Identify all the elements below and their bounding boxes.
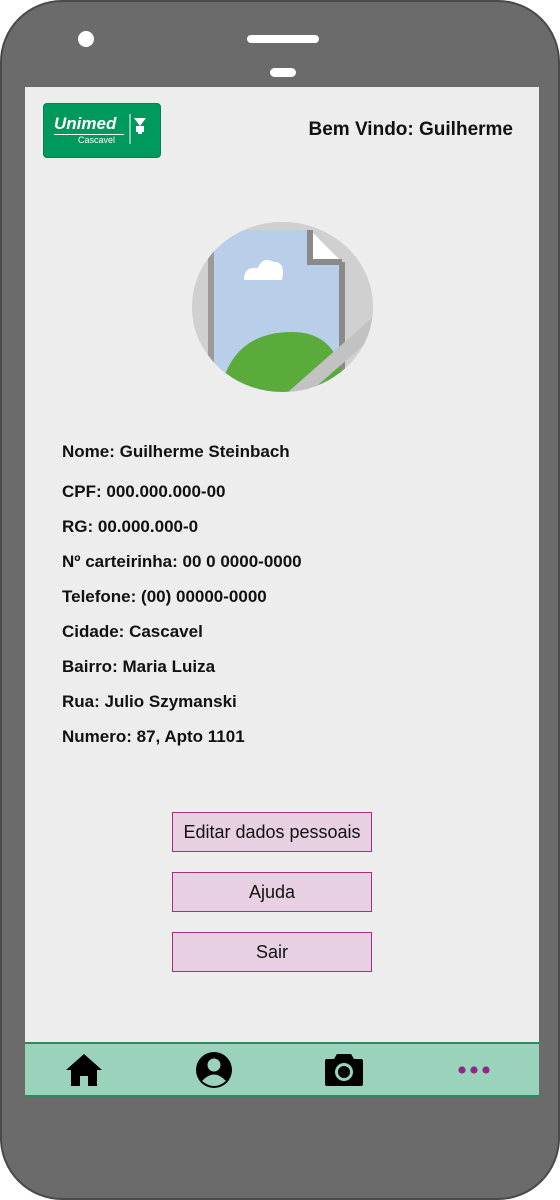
info-value: Cascavel: [129, 622, 203, 641]
more-dots-icon: [458, 1066, 490, 1074]
nav-more-button[interactable]: [452, 1050, 496, 1090]
info-label: CPF:: [62, 482, 107, 501]
info-label: Numero:: [62, 727, 137, 746]
logo-brand-text: Unimed: [54, 114, 117, 133]
info-value: 87, Apto 1101: [136, 727, 245, 746]
info-row-bairro: Bairro: Maria Luiza: [62, 657, 215, 677]
info-row-nome: Nome: Guilherme Steinbach: [62, 442, 290, 462]
info-row-telefone: Telefone: (00) 00000-0000: [62, 587, 267, 607]
info-label: Bairro:: [62, 657, 123, 676]
help-button[interactable]: Ajuda: [172, 872, 372, 912]
info-row-rg: RG: 00.000.000-0: [62, 517, 198, 537]
info-row-carteirinha: Nº carteirinha: 00 0 0000-0000: [62, 552, 302, 572]
info-row-cpf: CPF: 000.000.000-00: [62, 482, 226, 502]
unimed-logo: Unimed Cascavel: [43, 103, 161, 158]
welcome-user-name: Guilherme: [419, 119, 513, 140]
user-profile-icon: [196, 1052, 232, 1088]
home-icon: [66, 1054, 102, 1086]
info-label: Nome:: [62, 442, 120, 461]
info-value: Guilherme Steinbach: [119, 442, 290, 461]
info-value: Maria Luiza: [122, 657, 216, 676]
info-value: Julio Szymanski: [104, 692, 237, 711]
info-value: 000.000.000-00: [106, 482, 226, 501]
camera-icon: [325, 1054, 363, 1086]
info-value: 00.000.000-0: [97, 517, 199, 536]
info-row-cidade: Cidade: Cascavel: [62, 622, 203, 642]
nav-profile-button[interactable]: [192, 1050, 236, 1090]
profile-avatar[interactable]: [192, 222, 373, 392]
image-placeholder-icon: [192, 222, 373, 392]
info-label: Nº carteirinha:: [62, 552, 183, 571]
info-row-numero: Numero: 87, Apto 1101: [62, 727, 245, 747]
welcome-prefix: Bem Vindo:: [308, 119, 420, 140]
app-screen: Unimed Cascavel Bem Vindo: Guilherme Nom…: [25, 87, 539, 1097]
nav-home-button[interactable]: [62, 1050, 106, 1090]
unimed-tree-icon: [129, 114, 146, 144]
logout-button[interactable]: Sair: [172, 932, 372, 972]
info-label: RG:: [62, 517, 98, 536]
phone-frame: Unimed Cascavel Bem Vindo: Guilherme Nom…: [0, 0, 560, 1200]
bottom-navigation-bar: [25, 1042, 539, 1097]
info-value: 00 0 0000-0000: [182, 552, 302, 571]
front-camera: [78, 31, 94, 47]
info-row-rua: Rua: Julio Szymanski: [62, 692, 237, 712]
info-label: Cidade:: [62, 622, 130, 641]
proximity-sensor: [270, 68, 296, 77]
edit-personal-data-button[interactable]: Editar dados pessoais: [172, 812, 372, 852]
info-label: Rua:: [62, 692, 105, 711]
info-value: (00) 00000-0000: [141, 587, 267, 606]
logo-city-text: Cascavel: [78, 135, 116, 145]
info-label: Telefone:: [62, 587, 142, 606]
welcome-message: Bem Vindo: Guilherme: [309, 119, 513, 141]
nav-camera-button[interactable]: [322, 1050, 366, 1090]
speaker-grille: [247, 35, 319, 43]
